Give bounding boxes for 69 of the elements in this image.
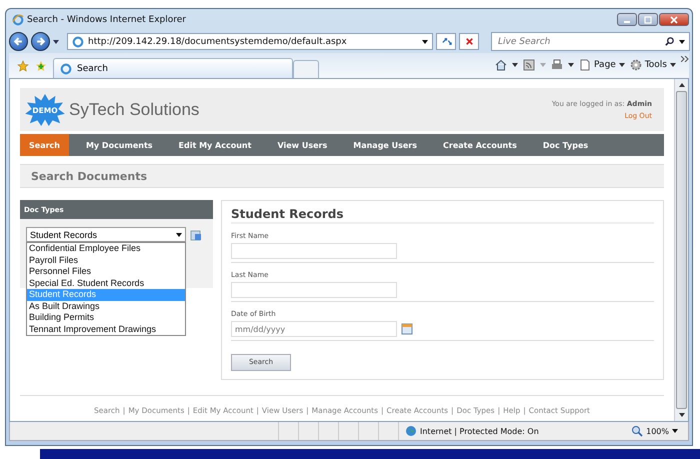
dropdown-option[interactable]: As Built Drawings [27, 300, 185, 312]
refresh-button[interactable] [436, 33, 456, 50]
dropdown-option[interactable]: Tennant Improvement Drawings [27, 324, 185, 335]
dropdown-option[interactable]: Building Permits [27, 312, 185, 324]
scroll-down-icon[interactable] [678, 413, 684, 417]
dropdown-option[interactable]: Confidential Employee Files [27, 243, 185, 254]
folder-icon[interactable] [190, 228, 202, 240]
demo-badge: DEMO [24, 92, 66, 126]
form-title: Student Records [231, 207, 654, 224]
window-title: Search - Windows Internet Explorer [27, 14, 186, 24]
close-icon[interactable] [669, 16, 679, 24]
search-box[interactable]: Live Search [492, 33, 689, 50]
scroll-thumb[interactable] [676, 91, 687, 409]
browser-logo-icon [12, 14, 24, 26]
caret-icon[interactable] [422, 40, 428, 44]
forward-button[interactable] [31, 32, 50, 51]
security-zone-status: Internet | Protected Mode: On [420, 426, 539, 436]
back-button[interactable] [9, 32, 28, 51]
nav-tab[interactable]: Create Accounts [434, 134, 526, 156]
minimize-button[interactable] [617, 13, 637, 26]
dropdown-option[interactable]: Student Records [27, 289, 185, 300]
gear-icon [630, 59, 642, 71]
stop-button[interactable] [459, 33, 479, 50]
refresh-icon[interactable] [440, 36, 452, 47]
caret-icon[interactable] [568, 63, 574, 67]
zoom-control[interactable]: 100% [621, 425, 688, 437]
input-field[interactable] [231, 243, 397, 259]
scroll-up-icon[interactable] [678, 83, 684, 87]
close-button[interactable] [659, 13, 689, 26]
nav-tab[interactable]: View Users [268, 134, 336, 156]
nav-tab[interactable]: Search [20, 134, 69, 156]
maximize-button[interactable] [638, 13, 658, 26]
printer-icon[interactable] [551, 59, 564, 71]
history-dropdown-icon[interactable] [53, 40, 59, 44]
forward-arrow-icon[interactable] [35, 36, 46, 47]
input-field[interactable] [231, 282, 397, 298]
input-field[interactable]: mm/dd/yyyy [231, 321, 397, 337]
feed-icon[interactable] [523, 59, 536, 71]
dropdown-option[interactable]: Special Ed. Student Records [27, 278, 185, 289]
page-title: Search Documents [20, 164, 664, 188]
add-favorite-icon[interactable] [35, 60, 47, 72]
caret-icon [618, 63, 625, 67]
nav-tab[interactable]: My Documents [76, 134, 162, 156]
home-icon[interactable] [495, 59, 508, 71]
nav-tab[interactable]: Edit My Account [170, 134, 260, 156]
calendar-icon[interactable] [401, 323, 413, 335]
tools-menu[interactable]: Tools [630, 59, 676, 71]
site-name: SyTech Solutions [69, 100, 200, 120]
search-icon[interactable] [664, 36, 675, 47]
url-text[interactable]: http://209.142.29.18/documentsystemdemo/default.aspx [88, 36, 418, 46]
caret-icon [176, 232, 182, 236]
caret-icon [670, 63, 676, 67]
caret-icon [672, 429, 678, 433]
browser-tab[interactable]: Search [53, 58, 293, 78]
vertical-scrollbar[interactable] [674, 79, 688, 421]
nav-tab[interactable]: Manage Users [344, 134, 426, 156]
favorites-star-icon[interactable] [17, 60, 29, 72]
page-menu[interactable]: Page [579, 59, 625, 71]
dropdown-option[interactable]: Payroll Files [27, 254, 185, 266]
nav-tab[interactable]: Doc Types [534, 134, 598, 156]
chevron-icon[interactable] [681, 56, 689, 62]
dropdown-option[interactable]: Personnel Files [27, 266, 185, 278]
stop-icon[interactable] [464, 36, 474, 47]
globe-icon [405, 425, 417, 437]
back-arrow-icon[interactable] [13, 36, 24, 47]
caret-icon[interactable] [512, 63, 518, 67]
magnifier-icon [631, 425, 644, 437]
doc-type-select[interactable]: Student Records [26, 227, 186, 242]
caret-icon[interactable] [679, 40, 685, 44]
